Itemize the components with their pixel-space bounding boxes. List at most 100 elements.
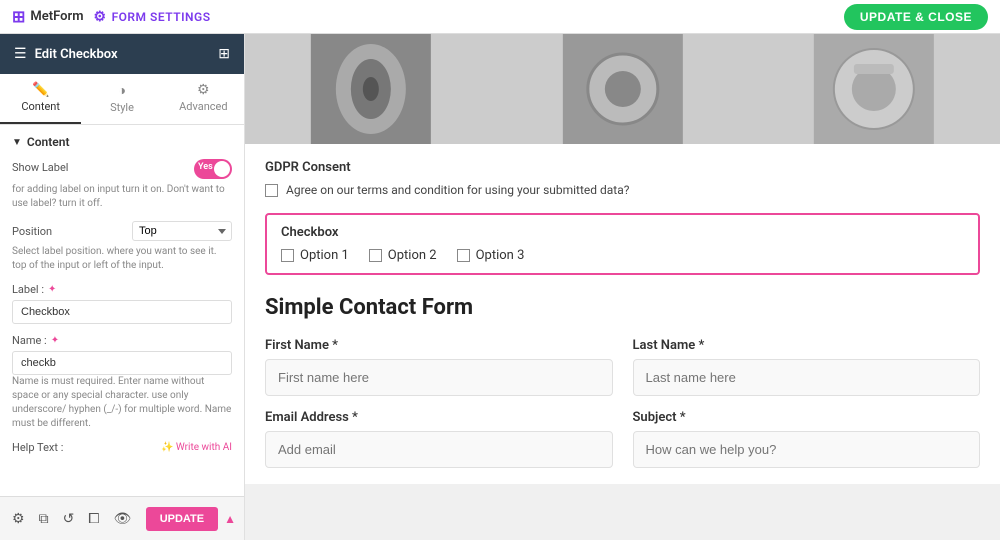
top-bar: ⊞ MetForm ⚙ FORM SETTINGS UPDATE & CLOSE [0, 0, 1000, 34]
name-input[interactable] [12, 351, 232, 375]
show-label-text: Show Label [12, 161, 68, 174]
label-label-row: Label : ✦ [12, 283, 232, 296]
help-text-label-row: Help Text : ✨ Write with AI [12, 441, 232, 454]
top-bar-left: ⊞ MetForm ⚙ FORM SETTINGS [12, 7, 211, 26]
panel-title: Edit Checkbox [35, 47, 118, 62]
show-label-toggle[interactable]: Yes [194, 159, 232, 179]
first-name-group: First Name * [265, 338, 613, 396]
product-img-2 [497, 34, 749, 144]
option-1-label: Option 1 [300, 248, 349, 263]
last-name-label: Last Name * [633, 338, 981, 353]
form-content: GDPR Consent Agree on our terms and cond… [245, 144, 1000, 484]
panel-header-left: ☰ Edit Checkbox [14, 46, 118, 62]
first-name-label: First Name * [265, 338, 613, 353]
toggle-row: Show Label Yes [12, 159, 232, 179]
position-select[interactable]: Top Left [132, 221, 232, 241]
help-text-label: Help Text : [12, 441, 63, 454]
gdpr-checkbox[interactable] [265, 184, 278, 197]
metform-logo: ⊞ MetForm [12, 7, 84, 26]
checkbox-heading: Checkbox [281, 225, 964, 240]
last-name-input[interactable] [633, 359, 981, 396]
product-img-3 [748, 34, 1000, 144]
position-row: Position Top Left Select label position.… [12, 221, 232, 273]
position-select-row: Position Top Left [12, 221, 232, 241]
product-images [245, 34, 1000, 144]
name-field-label: Name : ✦ [12, 334, 59, 347]
label-field-label: Label : ✦ [12, 283, 56, 296]
left-panel: ☰ Edit Checkbox ⊞ ✏️ Content ◑ Style ⚙ A… [0, 34, 245, 540]
label-info-icon: ✦ [48, 284, 56, 295]
update-close-button[interactable]: UPDATE & CLOSE [844, 4, 988, 30]
metform-logo-text: MetForm [30, 9, 83, 24]
toggle-knob [214, 161, 230, 177]
gdpr-title: GDPR Consent [265, 160, 980, 175]
tab-advanced[interactable]: ⚙ Advanced [163, 74, 244, 124]
chevron-up-icon[interactable]: ▲ [224, 512, 236, 526]
show-label-row: Show Label Yes for adding label on input… [12, 159, 232, 211]
panel-content: ▼ Content Show Label Yes for adding labe… [0, 125, 244, 496]
gdpr-checkbox-row: Agree on our terms and condition for usi… [265, 183, 980, 197]
main-layout: ☰ Edit Checkbox ⊞ ✏️ Content ◑ Style ⚙ A… [0, 34, 1000, 540]
name-info-icon: ✦ [51, 335, 59, 346]
option-2-label: Option 2 [388, 248, 437, 263]
history-icon[interactable]: ↺ [59, 507, 79, 531]
tab-content[interactable]: ✏️ Content [0, 74, 81, 124]
advanced-tab-label: Advanced [179, 100, 227, 113]
check-box-3[interactable] [457, 249, 470, 262]
form-settings-label: FORM SETTINGS [112, 10, 211, 24]
position-hint: Select label position. where you want to… [12, 245, 232, 273]
settings-icon[interactable]: ⚙ [8, 507, 29, 531]
name-hint: Name is must required. Enter name withou… [12, 375, 232, 431]
email-group: Email Address * [265, 410, 613, 468]
arrow-icon: ▼ [12, 137, 22, 148]
content-tab-icon: ✏️ [32, 82, 49, 98]
panel-header: ☰ Edit Checkbox ⊞ [0, 34, 244, 74]
grid-icon[interactable]: ⊞ [218, 46, 230, 62]
name-label-row: Name : ✦ [12, 334, 232, 347]
update-button[interactable]: UPDATE [146, 507, 218, 531]
ai-link[interactable]: ✨ Write with AI [161, 442, 232, 453]
subject-group: Subject * [633, 410, 981, 468]
toggle-yes-label: Yes [198, 162, 213, 172]
option-3-label: Option 3 [476, 248, 525, 263]
metform-logo-icon: ⊞ [12, 7, 25, 26]
check-box-1[interactable] [281, 249, 294, 262]
checkbox-option-1: Option 1 [281, 248, 349, 263]
eye-icon[interactable]: 👁 [110, 507, 136, 531]
subject-input[interactable] [633, 431, 981, 468]
help-text-row: Help Text : ✨ Write with AI [12, 441, 232, 454]
canvas-inner: GDPR Consent Agree on our terms and cond… [245, 34, 1000, 484]
product-img-1 [245, 34, 497, 144]
position-label: Position [12, 225, 52, 238]
copy-icon[interactable]: ⧠ [84, 507, 103, 531]
checkbox-option-3: Option 3 [457, 248, 525, 263]
bottom-toolbar: ⚙ ⧉ ↺ ⧠ 👁 UPDATE ▲ [0, 496, 244, 540]
canvas-panel: GDPR Consent Agree on our terms and cond… [245, 34, 1000, 540]
checkbox-option-2: Option 2 [369, 248, 437, 263]
email-input[interactable] [265, 431, 613, 468]
tab-style[interactable]: ◑ Style [81, 74, 162, 124]
content-tab-label: Content [21, 100, 60, 113]
form-settings-link[interactable]: ⚙ FORM SETTINGS [94, 9, 211, 25]
email-label: Email Address * [265, 410, 613, 425]
layers-icon[interactable]: ⧉ [35, 507, 53, 531]
checkbox-options: Option 1 Option 2 Option 3 [281, 248, 964, 263]
gear-icon: ⚙ [94, 9, 107, 25]
hamburger-icon[interactable]: ☰ [14, 46, 27, 62]
label-input[interactable] [12, 300, 232, 324]
content-section-heading: ▼ Content [12, 135, 232, 149]
check-box-2[interactable] [369, 249, 382, 262]
show-label-hint: for adding label on input turn it on. Do… [12, 183, 232, 211]
style-tab-icon: ◑ [118, 82, 126, 99]
style-tab-label: Style [110, 101, 134, 114]
first-name-input[interactable] [265, 359, 613, 396]
name-field-row: Name : ✦ Name is must required. Enter na… [12, 334, 232, 431]
subject-label: Subject * [633, 410, 981, 425]
gdpr-text: Agree on our terms and condition for usi… [286, 183, 629, 197]
label-field-row: Label : ✦ [12, 283, 232, 324]
advanced-tab-icon: ⚙ [197, 82, 210, 98]
section-label: Content [27, 135, 70, 149]
last-name-group: Last Name * [633, 338, 981, 396]
tabs: ✏️ Content ◑ Style ⚙ Advanced [0, 74, 244, 125]
form-grid: First Name * Last Name * Email Address *… [265, 338, 980, 468]
